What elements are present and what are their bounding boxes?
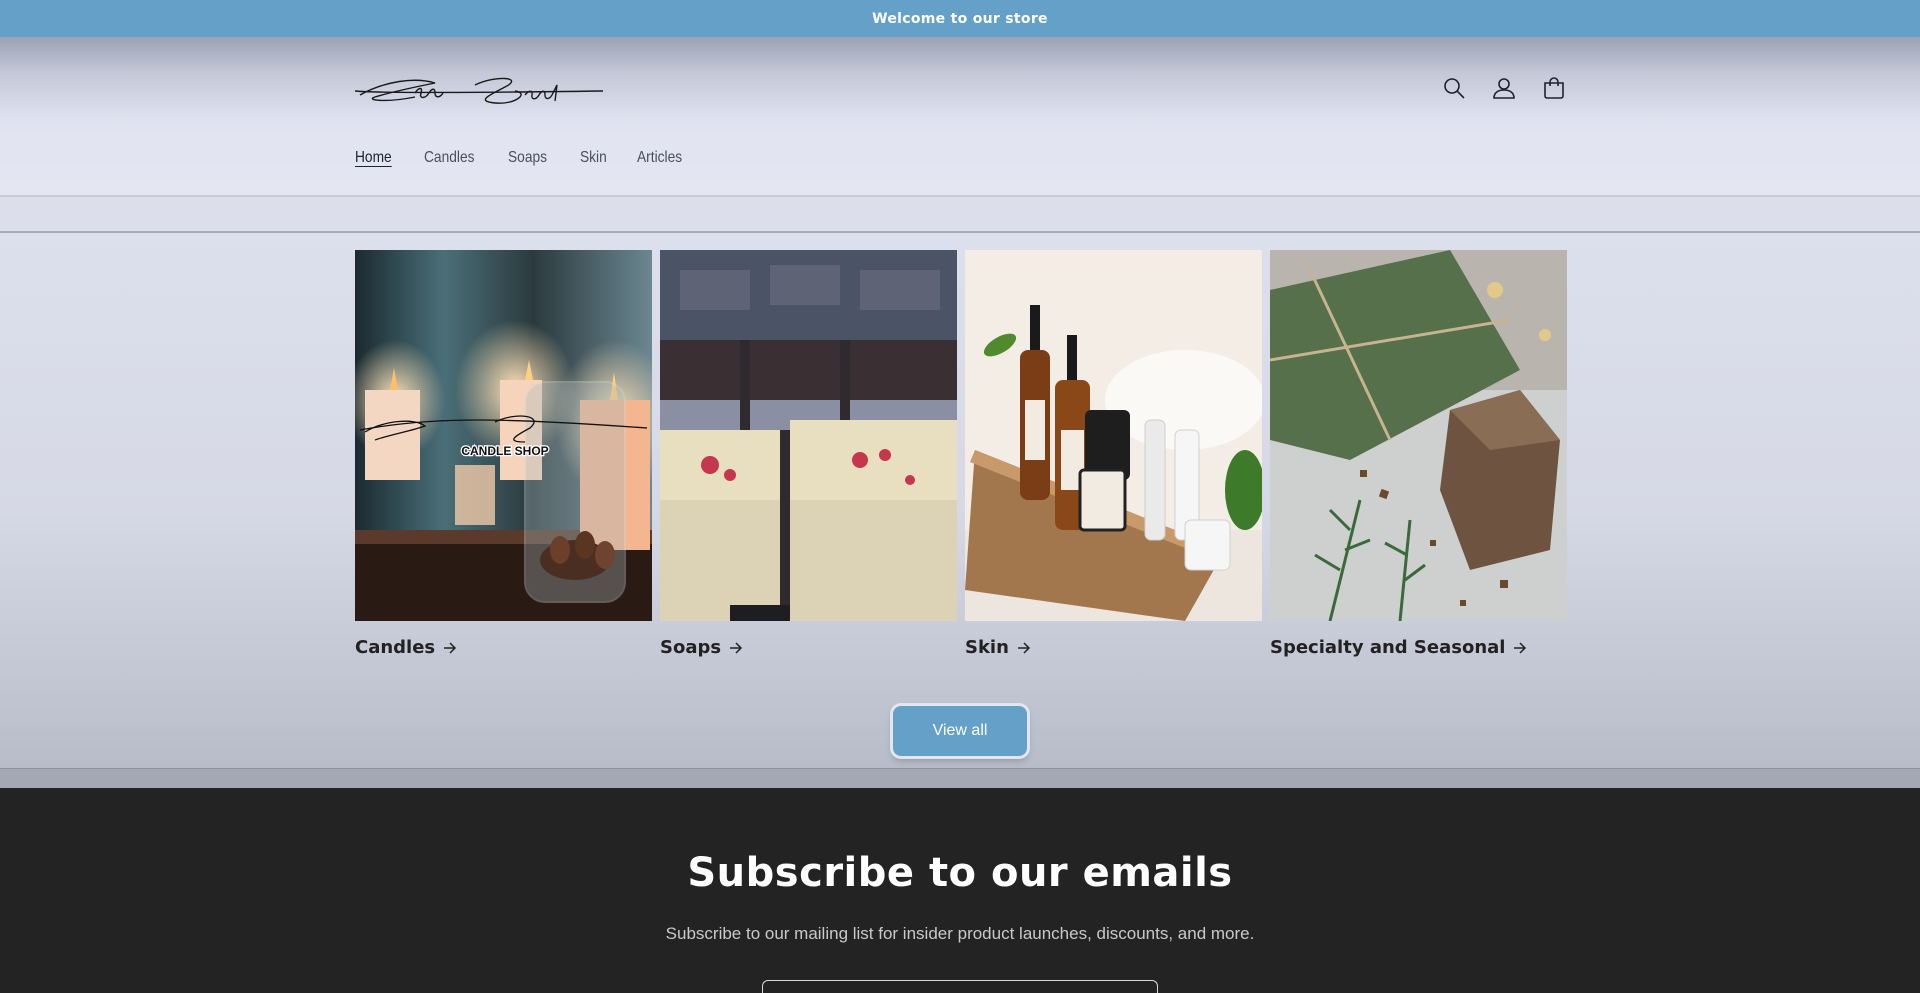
announcement-text: Welcome to our store [872, 10, 1048, 27]
nav-item-skin[interactable]: Skin [580, 149, 607, 167]
newsletter-heading: Subscribe to our emails [687, 850, 1233, 896]
view-all-button[interactable]: View all [893, 706, 1027, 756]
soaps-image [660, 250, 957, 621]
collection-card-specialty[interactable]: Specialty and Seasonal [1270, 250, 1567, 658]
skin-image [965, 250, 1262, 621]
store-logo[interactable] [354, 63, 605, 113]
cart-icon[interactable] [1540, 74, 1568, 102]
collection-title-text: Candles [355, 637, 436, 658]
search-icon[interactable] [1440, 74, 1468, 102]
header-icons [1440, 74, 1568, 102]
collection-card-candles[interactable]: CANDLE SHOP Candles [355, 250, 652, 658]
collection-title-text: Skin [965, 637, 1009, 658]
arrow-right-icon [1017, 641, 1030, 654]
nav-item-articles[interactable]: Articles [637, 149, 682, 167]
newsletter-section: Subscribe to our emails Subscribe to our… [0, 788, 1920, 993]
arrow-right-icon [730, 641, 743, 654]
arrow-right-icon [444, 641, 457, 654]
announcement-bar: Welcome to our store [0, 0, 1920, 37]
site-header: Home Candles Soaps Skin Articles [0, 37, 1920, 197]
nav-item-soaps[interactable]: Soaps [508, 149, 547, 167]
email-input[interactable] [762, 980, 1158, 993]
collection-card-skin[interactable]: Skin [965, 250, 1262, 658]
collection-title[interactable]: Soaps [660, 637, 957, 658]
collection-title-text: Specialty and Seasonal [1270, 637, 1506, 658]
collection-title[interactable]: Candles [355, 637, 652, 658]
main-nav: Home Candles Soaps Skin Articles [355, 149, 689, 167]
collection-card-soaps[interactable]: Soaps [660, 250, 957, 658]
account-icon[interactable] [1490, 74, 1518, 102]
candles-image: CANDLE SHOP [355, 250, 652, 621]
newsletter-subtext: Subscribe to our mailing list for inside… [665, 924, 1255, 943]
nav-item-home[interactable]: Home [355, 149, 392, 167]
collection-cards: CANDLE SHOP Candles Soaps Skin Specialty… [355, 250, 1567, 658]
collection-title-text: Soaps [660, 637, 722, 658]
header-subbar [0, 197, 1920, 233]
collection-list: CANDLE SHOP Candles Soaps Skin Specialty… [0, 233, 1920, 788]
candle-shop-caption: CANDLE SHOP [461, 444, 548, 458]
section-divider [0, 768, 1920, 788]
arrow-right-icon [1514, 641, 1527, 654]
collection-title[interactable]: Specialty and Seasonal [1270, 637, 1567, 658]
nav-item-candles[interactable]: Candles [424, 149, 474, 167]
specialty-image [1270, 250, 1567, 621]
collection-title[interactable]: Skin [965, 637, 1262, 658]
